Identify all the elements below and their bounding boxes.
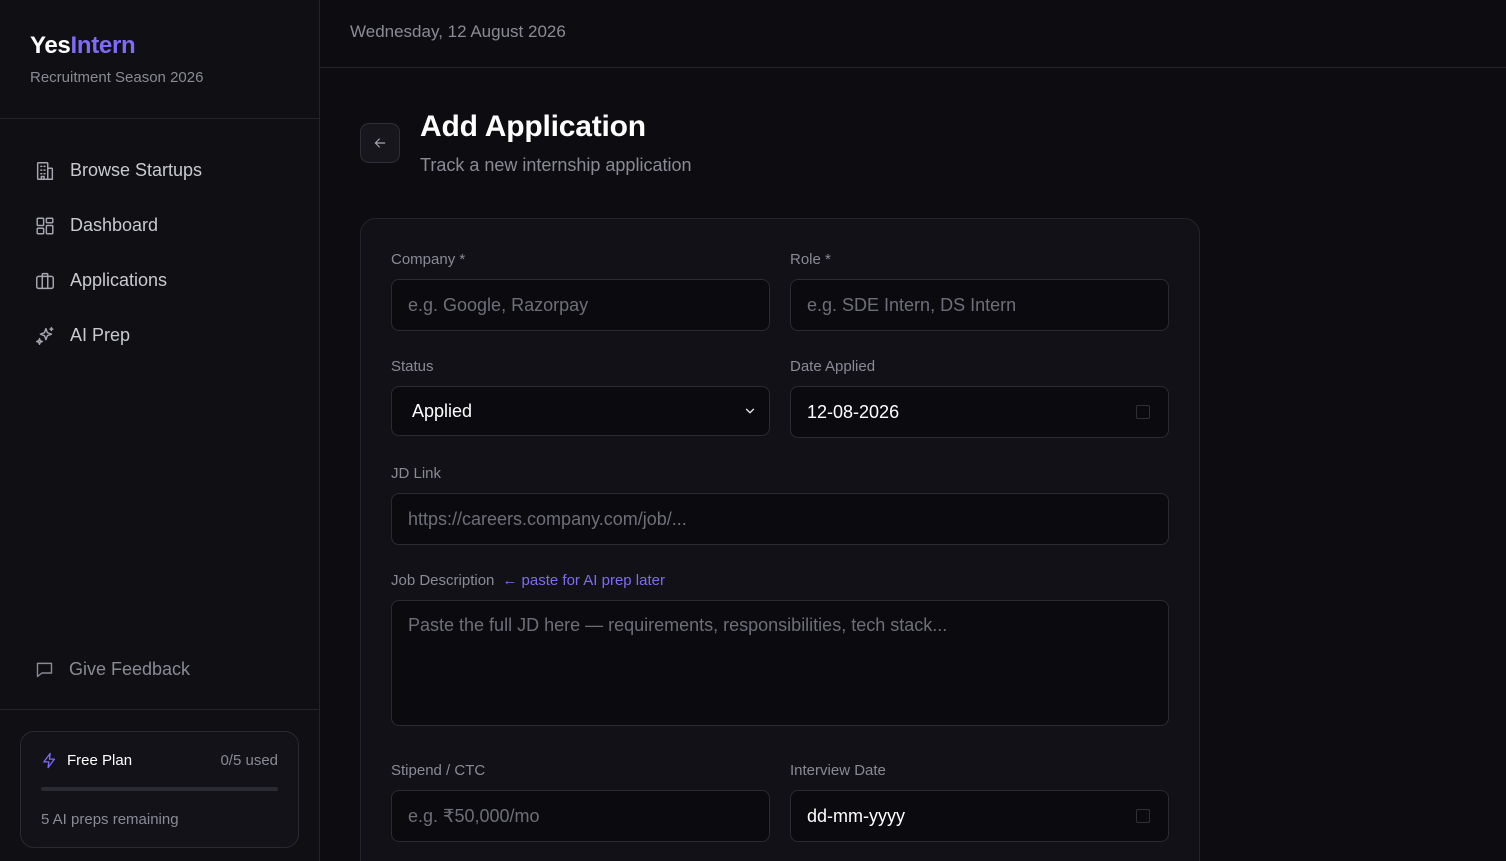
page-subtitle: Track a new internship application <box>420 155 692 175</box>
status-select[interactable]: Applied <box>391 386 770 436</box>
interview-date-value: dd-mm-yyyy <box>807 805 905 826</box>
sidebar-item-browse-startups[interactable]: Browse Startups <box>0 143 319 198</box>
sidebar-nav: Browse Startups Dashboard Applications A… <box>0 119 319 363</box>
stipend-input[interactable] <box>391 790 770 842</box>
grid-icon <box>34 215 56 237</box>
date-applied-label: Date Applied <box>790 358 876 375</box>
sidebar: YesIntern Recruitment Season 2026 Browse… <box>0 0 320 861</box>
back-button[interactable] <box>360 123 400 163</box>
date-applied-value: 12-08-2026 <box>807 401 900 422</box>
brand-logo[interactable]: YesIntern <box>30 32 289 60</box>
page-title: Add Application <box>420 110 646 143</box>
role-input[interactable] <box>790 279 1169 331</box>
plan-card: Free Plan 0/5 used 5 AI preps remaining <box>20 731 299 848</box>
give-feedback-button[interactable]: Give Feedback <box>0 644 319 694</box>
role-label: Role * <box>790 251 831 268</box>
interview-date-input[interactable]: dd-mm-yyyy <box>790 790 1169 842</box>
sparkles-icon <box>34 325 56 347</box>
current-date: Wednesday, 12 August 2026 <box>350 22 566 41</box>
plan-title: Free Plan <box>67 752 133 769</box>
sidebar-item-label: AI Prep <box>70 325 131 345</box>
plan-section: Free Plan 0/5 used 5 AI preps remaining <box>0 709 319 861</box>
interview-date-label: Interview Date <box>790 762 886 779</box>
give-feedback-label: Give Feedback <box>69 658 191 679</box>
jd-link-input[interactable] <box>391 493 1169 545</box>
sidebar-item-label: Dashboard <box>70 215 159 235</box>
company-input[interactable] <box>391 279 770 331</box>
chat-icon <box>36 662 53 677</box>
sidebar-item-applications[interactable]: Applications <box>0 253 319 308</box>
brand: YesIntern Recruitment Season 2026 <box>0 0 319 119</box>
top-bar: Wednesday, 12 August 2026 <box>320 0 1506 68</box>
status-value: Applied <box>412 400 473 421</box>
date-applied-input[interactable]: 12-08-2026 <box>790 386 1169 438</box>
jd-link-label: JD Link <box>391 465 442 482</box>
stipend-label: Stipend / CTC <box>391 762 486 779</box>
plan-remaining: 5 AI preps remaining <box>41 811 179 828</box>
sidebar-item-ai-prep[interactable]: AI Prep <box>0 308 319 363</box>
sidebar-item-label: Applications <box>70 270 168 290</box>
sidebar-item-dashboard[interactable]: Dashboard <box>0 198 319 253</box>
calendar-icon[interactable] <box>1136 809 1150 823</box>
arrow-left-icon <box>374 138 386 148</box>
briefcase-icon <box>34 270 56 292</box>
status-label: Status <box>391 358 434 375</box>
lightning-icon <box>43 752 56 769</box>
job-description-hint: ← paste for AI prep later <box>502 572 665 589</box>
building-icon <box>34 160 56 182</box>
sidebar-item-label: Browse Startups <box>70 160 203 180</box>
application-form: Company * Role * Status Applied Date App… <box>360 218 1200 861</box>
brand-subtitle: Recruitment Season 2026 <box>30 69 204 86</box>
plan-progress-bar <box>41 787 278 791</box>
job-description-textarea[interactable] <box>391 600 1169 726</box>
chevron-down-icon <box>745 408 755 414</box>
job-description-label: Job Description ← paste for AI prep later <box>391 572 665 589</box>
calendar-icon[interactable] <box>1136 405 1150 419</box>
company-label: Company * <box>391 251 466 268</box>
plan-usage: 0/5 used <box>220 752 278 769</box>
